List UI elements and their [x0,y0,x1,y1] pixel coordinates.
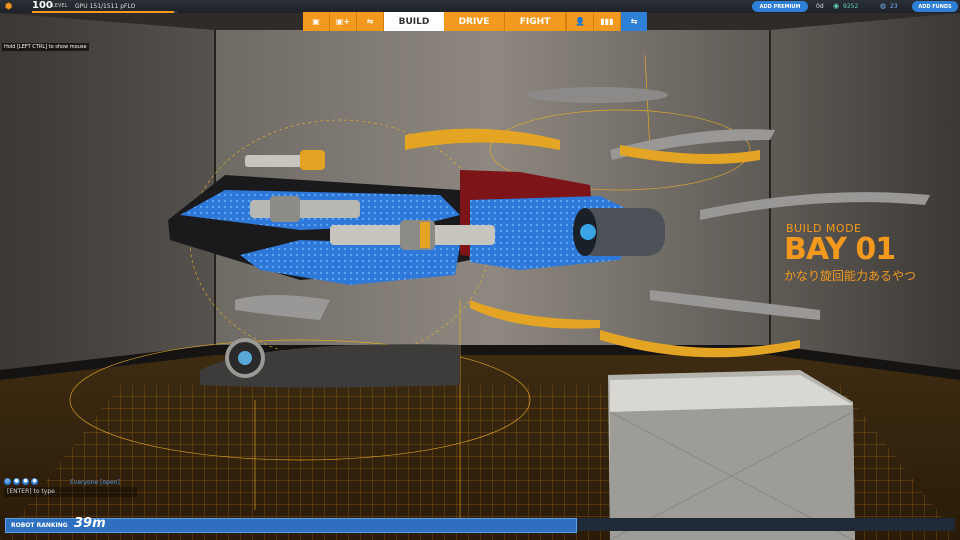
chat-channel: Everyone [open] [70,479,120,486]
cube-plus-icon[interactable]: ▣+ [330,12,357,31]
robits-balance: 9252 [843,3,859,10]
add-funds-button[interactable]: ADD FUNDS [912,1,958,12]
cosmetic-credits-balance: 23 [890,3,898,10]
cosmetic-credits-icon: ◍ [880,2,887,10]
globe-icon[interactable]: ◎ [4,478,11,485]
party-icon[interactable]: ● [13,478,20,485]
connect-icon[interactable]: ⇋ [357,12,384,31]
chat-channel-icons: ◎ ● ● ● [4,478,38,485]
mode-tabs: ▣ ▣+ ⇋ BUILD DRIVE FIGHT 👤 ▮▮▮ ⇆ [303,12,647,31]
gpu-readout: GPU 151/1511 pFLO [75,3,136,10]
robits-icon: ◉ [833,2,840,10]
tab-build[interactable]: BUILD [384,12,444,31]
cube-icon[interactable]: ▣ [303,12,330,31]
robot-name: かなり旋回能力あるやつ [784,269,917,283]
chat-input[interactable]: [ENTER] to type [4,487,137,497]
robot-ranking-value: 39m [74,516,106,531]
gear-icon[interactable]: ✹ [4,1,15,12]
bay-name: BAY 01 [784,232,896,267]
tool-icon[interactable]: ⇆ [620,12,647,31]
premium-days: 0d [816,3,824,10]
stats-icon[interactable]: ▮▮▮ [593,12,620,31]
tab-fight[interactable]: FIGHT [505,12,566,31]
xp-bar [32,11,177,13]
player-level-label: LEVEL [52,3,68,9]
ranking-bar-empty [577,518,955,531]
user-icon[interactable]: 👤 [566,12,593,31]
mouse-hint: Hold [LEFT CTRL] to show mouse [2,43,89,51]
tab-drive[interactable]: DRIVE [444,12,505,31]
clan-icon[interactable]: ● [22,478,29,485]
robot-ranking-label: ROBOT RANKING [11,522,68,529]
add-premium-button[interactable]: ADD PREMIUM [752,1,808,12]
xp-bar-fill [32,11,175,13]
player-level: 100 [32,0,53,11]
whisper-icon[interactable]: ● [31,478,38,485]
